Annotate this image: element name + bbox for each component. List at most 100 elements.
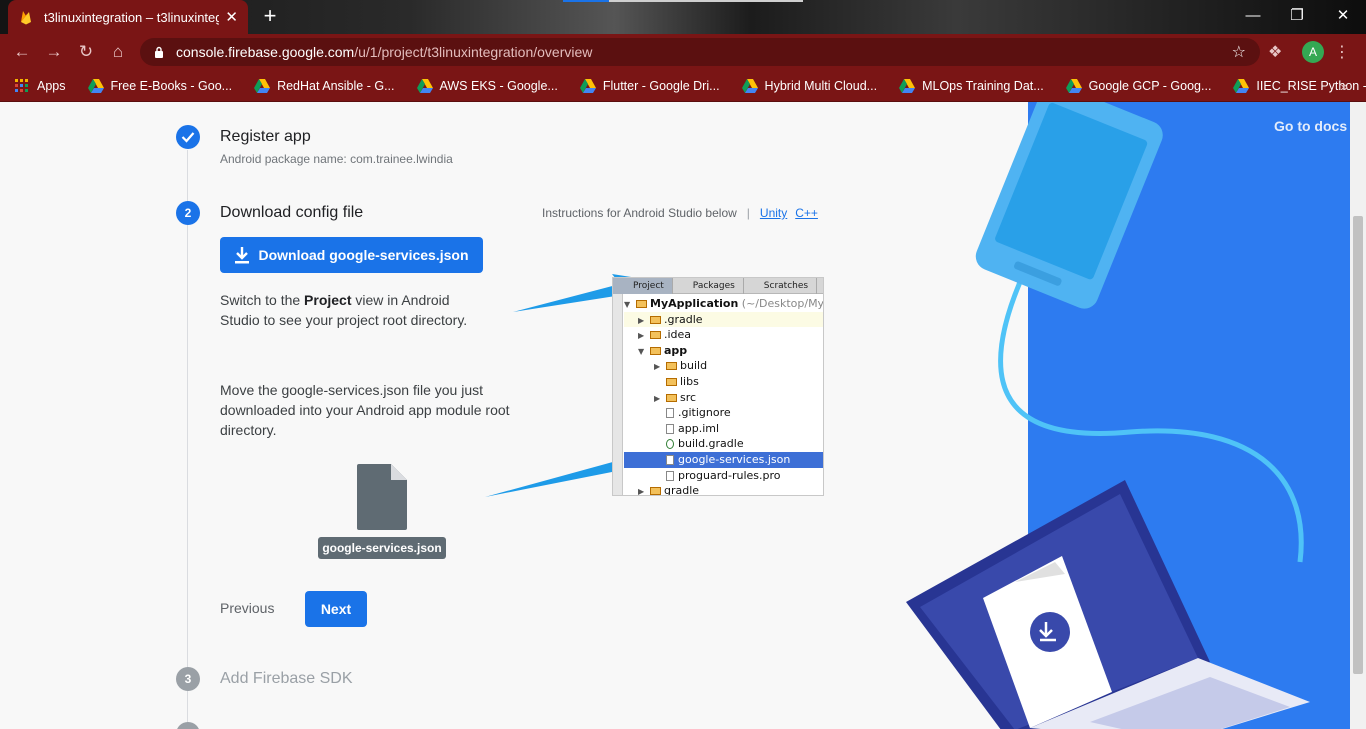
tab-close-icon[interactable]: ✕ [225,8,238,26]
bookmark-item[interactable]: Free E-Books - Goo... [87,78,233,93]
bookmark-label: RedHat Ansible - G... [277,78,395,93]
cpp-link[interactable]: C++ [795,206,818,220]
minimize-icon[interactable]: — [1230,0,1276,30]
google-drive-icon [899,78,916,93]
bookmark-item[interactable]: Hybrid Multi Cloud... [741,78,877,93]
bookmark-item[interactable]: MLOps Training Dat... [899,78,1044,93]
json-file-icon [357,464,407,530]
bookmark-item[interactable]: Flutter - Google Dri... [579,78,720,93]
bookmark-label: Flutter - Google Dri... [602,78,720,93]
tree-row: .gitignore [624,405,823,421]
tree-row: app.iml [624,421,823,437]
tree-label: gradle [664,484,700,496]
browser-tab-strip: t3linuxintegration – t3linuxintegr ✕ + —… [0,0,1366,34]
step-3-title: Add Firebase SDK [220,670,353,687]
lock-icon [155,46,163,58]
step-1-title: Register app [220,128,311,145]
forward-arrow-icon[interactable]: → [42,40,66,64]
step-4-number [176,722,200,729]
go-to-docs-link[interactable]: Go to docs [1274,118,1347,134]
download-icon [235,247,250,264]
google-drive-icon [1233,78,1250,93]
tree-label: .gradle [664,312,703,326]
stepper-line [187,150,188,729]
home-icon[interactable]: ⌂ [106,40,130,64]
tree-row-selected: google-services.json [624,451,823,468]
browser-toolbar: ← → ↻ ⌂ console.firebase.google.com/u/1/… [0,34,1366,70]
bookmark-label: IIEC_RISE Python -... [1256,78,1366,93]
previous-button[interactable]: Previous [220,600,274,616]
tree-row: ▶ src [654,390,697,404]
tree-row: proguard-rules.pro [624,468,823,484]
google-drive-icon [254,78,271,93]
ide-file-tree: ▼ MyApplication (~/Desktop/My ▶ .gradle ▶.… [624,296,824,496]
phone-laptop-illustration [906,102,1310,729]
bookmark-item[interactable]: Google GCP - Goog... [1065,78,1212,93]
google-drive-icon [741,78,758,93]
bookmark-star-icon[interactable]: ☆ [1232,42,1246,62]
next-button[interactable]: Next [305,591,367,627]
android-studio-project-panel: Project Packages Scratches ▼ MyApplicatio… [612,277,824,496]
google-drive-icon [87,78,104,93]
tree-extra: (~/Desktop/My [738,297,824,310]
instructions-separator: | [746,206,750,220]
tree-row: ▶ .idea [638,328,692,342]
browser-tab-active[interactable]: t3linuxintegration – t3linuxintegr ✕ [8,0,248,34]
scrollbar-thumb[interactable] [1353,216,1363,674]
tree-label: google-services.json [678,452,791,466]
page-content: Go to docs Register app Android package … [0,102,1366,729]
browser-menu-icon[interactable]: ⋮ [1334,42,1350,62]
restore-icon[interactable]: ❐ [1274,0,1320,30]
para1-prefix: Switch to the [220,292,305,308]
instructions-line: Instructions for Android Studio below | Un… [542,206,826,220]
tree-row: ▶ gradle [638,484,700,496]
ide-tabs: Project Packages Scratches [613,278,823,294]
bookmark-item[interactable]: RedHat Ansible - G... [254,78,395,93]
tab-title: t3linuxintegration – t3linuxintegr [44,9,220,25]
tree-row: ▼ app [638,343,688,357]
step-1-check-icon [176,125,200,149]
reload-icon[interactable]: ↻ [74,40,98,64]
tree-label: libs [680,374,699,388]
google-drive-icon [416,78,433,93]
tree-label: app.iml [678,421,720,435]
tree-row: ▼ MyApplication (~/Desktop/My [624,297,824,310]
ide-side-strip [613,294,623,495]
tree-label: .gitignore [678,406,731,420]
download-config-button[interactable]: Download google-services.json [220,237,483,273]
step-2-number: 2 [176,201,200,225]
firebase-icon [21,11,31,25]
download-config-label: Download google-services.json [258,247,469,263]
unity-link[interactable]: Unity [760,206,787,220]
bookmarks-overflow-icon[interactable]: » [1340,78,1348,94]
step-2-title: Download config file [220,204,364,221]
para1-bold: Project [304,292,352,308]
bookmark-label: Google GCP - Goog... [1088,78,1212,93]
tree-label: build.gradle [678,437,744,451]
back-arrow-icon[interactable]: ← [10,40,34,64]
tree-label: .idea [664,328,692,342]
step-3-number: 3 [176,667,200,691]
switch-project-text: Switch to the Project view in Android St… [220,290,490,330]
ide-tab-packages: Packages [673,278,744,294]
tree-row: build.gradle [624,436,823,452]
step-1-subtitle: Android package name: com.trainee.lwindi… [220,152,453,166]
bookmark-apps[interactable]: Apps [14,78,66,93]
file-label: google-services.json [318,537,446,559]
instructions-text: Instructions for Android Studio below [542,206,737,220]
bookmark-label: AWS EKS - Google... [439,78,558,93]
extensions-puzzle-icon[interactable]: ❖ [1268,42,1282,62]
url-path: /u/1/project/t3linuxintegration/overview [354,44,593,60]
profile-avatar[interactable]: A [1302,41,1324,63]
tree-label: src [680,390,697,404]
bookmark-label: Free E-Books - Goo... [110,78,233,93]
tree-label: MyApplication [650,297,739,310]
tree-label: app [664,343,688,357]
bookmark-label: MLOps Training Dat... [922,78,1044,93]
google-drive-icon [579,78,596,93]
window-close-icon[interactable]: ✕ [1320,0,1366,30]
new-tab-button[interactable]: + [258,5,282,29]
bookmark-item[interactable]: AWS EKS - Google... [416,78,558,93]
address-bar[interactable]: console.firebase.google.com/u/1/project/… [140,38,1260,66]
url-host: console.firebase.google.com [176,44,355,60]
